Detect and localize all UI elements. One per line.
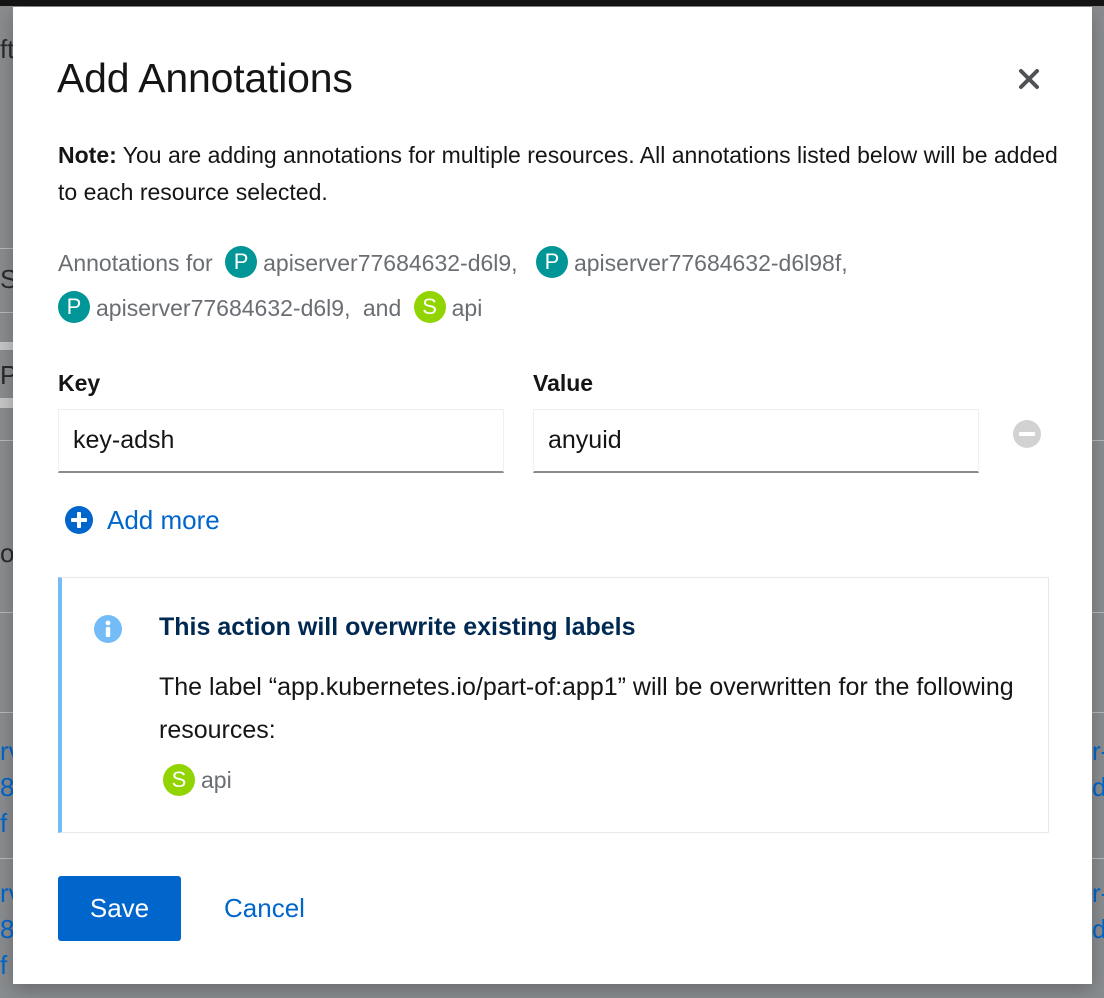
resource-item: P apiserver77684632-d6l98f, — [530, 241, 848, 286]
resource-name: apiserver77684632-d6l9, — [263, 250, 518, 276]
background-divider — [1092, 858, 1104, 859]
resource-item: P apiserver77684632-d6l9, — [52, 286, 350, 331]
background-divider — [0, 440, 13, 441]
background-divider — [0, 712, 13, 713]
annotations-for-list: Annotations for P apiserver77684632-d6l9… — [58, 241, 1058, 331]
background-divider — [1092, 440, 1104, 441]
alert-body: The label “app.kubernetes.io/part-of:app… — [159, 673, 1014, 744]
key-input[interactable] — [58, 409, 504, 473]
value-label: Value — [533, 370, 594, 396]
value-input[interactable] — [533, 409, 979, 473]
add-annotations-modal: Add Annotations Note: You are adding ann… — [13, 7, 1092, 984]
background-divider — [0, 248, 13, 249]
background-link: r- — [1092, 878, 1104, 908]
close-button[interactable] — [1013, 63, 1045, 95]
cancel-button[interactable]: Cancel — [211, 876, 318, 941]
plus-circle-icon — [65, 506, 93, 534]
info-circle-icon — [94, 615, 122, 643]
masthead-strip — [0, 0, 1104, 6]
resource-name: api — [201, 766, 232, 793]
service-badge: S — [413, 290, 446, 323]
background-divider — [1092, 612, 1104, 613]
alert-title: This action will overwrite existing labe… — [159, 613, 636, 641]
modal-title: Add Annotations — [57, 55, 353, 101]
background-divider — [0, 858, 13, 859]
background-link: f — [0, 808, 8, 838]
key-label: Key — [58, 370, 101, 396]
multi-resource-note: Note: You are adding annotations for mul… — [58, 137, 1058, 211]
pod-badge: P — [225, 245, 258, 278]
resource-item: P apiserver77684632-d6l9, — [219, 241, 518, 286]
background-bar — [0, 398, 13, 408]
annotations-for-prefix: Annotations for — [58, 250, 213, 276]
background-bar — [0, 342, 13, 350]
pod-badge: P — [535, 245, 568, 278]
resource-name: api — [451, 295, 483, 321]
add-more-button[interactable]: Add more — [65, 499, 220, 541]
background-link: f — [0, 950, 8, 980]
background-link: d5 — [1092, 772, 1104, 802]
resource-name: apiserver77684632-d6l98f, — [573, 250, 848, 276]
note-text: You are adding annotations for multiple … — [58, 142, 1058, 205]
and-conjunction: and — [362, 295, 402, 321]
resource-item: S api — [408, 286, 483, 331]
service-badge: S — [163, 764, 195, 796]
background-link: d5 — [1092, 914, 1104, 944]
background-divider — [0, 612, 13, 613]
background-divider — [1092, 712, 1104, 713]
save-button[interactable]: Save — [58, 876, 181, 941]
close-icon — [1019, 69, 1039, 89]
pod-badge: P — [58, 290, 90, 323]
note-label: Note: — [58, 142, 117, 168]
resource-name: apiserver77684632-d6l9, — [96, 295, 351, 321]
remove-pair-button[interactable] — [1011, 418, 1043, 450]
minus-circle-icon — [1013, 420, 1041, 448]
alert-resource-item: S api — [159, 764, 232, 796]
background-divider — [0, 312, 13, 313]
overwrite-alert: This action will overwrite existing labe… — [58, 577, 1049, 833]
background-link: r- — [1092, 736, 1104, 766]
add-more-label: Add more — [107, 504, 220, 535]
